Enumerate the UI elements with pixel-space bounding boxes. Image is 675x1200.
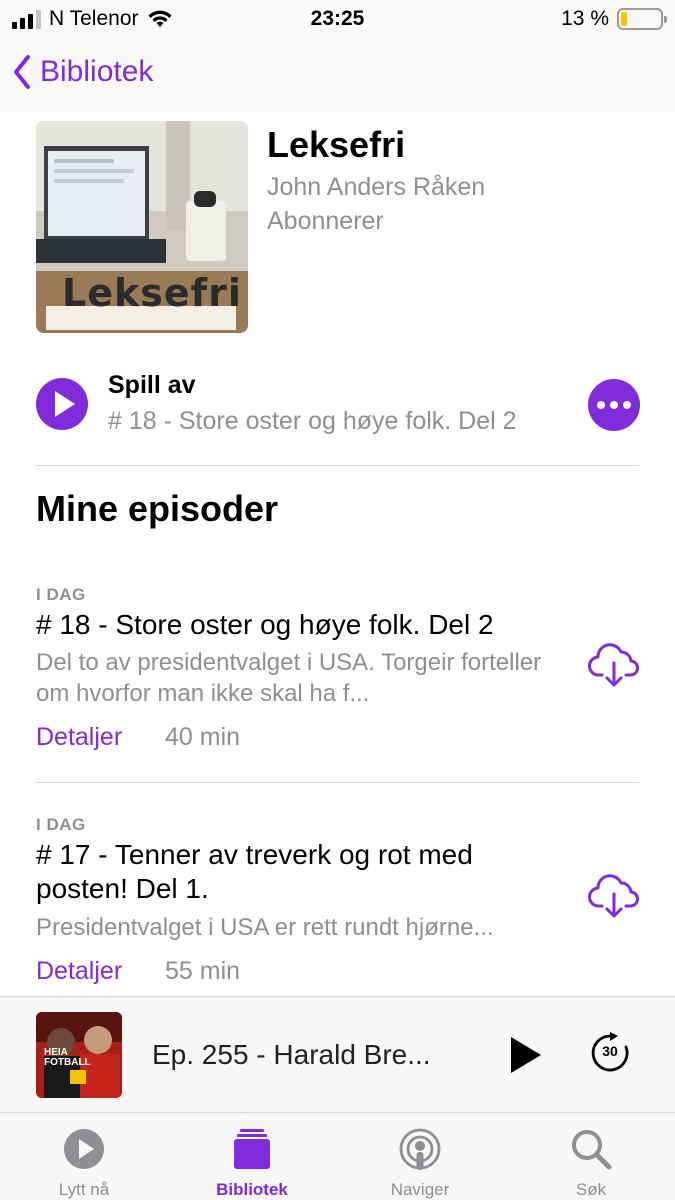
play-episode-title: # 18 - Store oster og høye folk. Del 2 bbox=[108, 407, 517, 435]
now-playing-title[interactable]: Ep. 255 - Harald Bre... bbox=[152, 1039, 472, 1071]
podcast-artwork: Leksefri bbox=[36, 121, 248, 333]
podcast-author[interactable]: John Anders Råken bbox=[267, 173, 485, 202]
tab-library[interactable]: Bibliotek bbox=[168, 1113, 336, 1200]
skip-forward-button[interactable]: 30 bbox=[589, 1031, 631, 1073]
library-icon bbox=[234, 1129, 270, 1169]
mini-player[interactable]: HEIA FOTBALL Ep. 255 - Harald Bre... 30 bbox=[0, 996, 675, 1112]
details-link[interactable]: Detaljer bbox=[36, 723, 122, 752]
podcast-broadcast-icon bbox=[399, 1128, 441, 1170]
episode-date: I DAG bbox=[36, 815, 86, 834]
artwork-text: Leksefri bbox=[62, 271, 242, 315]
divider bbox=[36, 782, 639, 783]
divider bbox=[36, 465, 639, 466]
play-icon bbox=[55, 391, 75, 417]
status-bar: N Telenor 23:25 13 % bbox=[0, 0, 675, 40]
chevron-left-icon bbox=[14, 55, 30, 89]
episode-description: Presidentvalget i USA er rett rundt hjør… bbox=[36, 914, 494, 941]
tab-bar: Lytt nå Bibliotek Naviger Søk bbox=[0, 1112, 675, 1200]
status-right: 13 % bbox=[561, 7, 667, 31]
details-link[interactable]: Detaljer bbox=[36, 957, 122, 986]
ellipsis-dot bbox=[610, 401, 618, 409]
tab-label: Naviger bbox=[390, 1180, 450, 1199]
tab-browse[interactable]: Naviger bbox=[336, 1113, 504, 1200]
search-icon bbox=[572, 1130, 612, 1170]
episode-duration: 40 min bbox=[165, 723, 241, 751]
play-circle-icon bbox=[64, 1129, 104, 1169]
play-label[interactable]: Spill av bbox=[108, 371, 196, 400]
download-cloud-icon[interactable] bbox=[588, 643, 640, 689]
navigation-bar: Bibliotek bbox=[0, 40, 675, 112]
episode-title[interactable]: # 17 - Tenner av treverk og rot med post… bbox=[36, 838, 566, 906]
tab-search[interactable]: Søk bbox=[507, 1113, 675, 1200]
section-title: Mine episoder bbox=[36, 488, 279, 529]
back-label: Bibliotek bbox=[40, 55, 154, 88]
mini-artwork-text: HEIA FOTBALL bbox=[44, 1047, 91, 1068]
tab-listen-now[interactable]: Lytt nå bbox=[0, 1113, 168, 1200]
podcast-title: Leksefri bbox=[267, 124, 406, 165]
play-button[interactable] bbox=[36, 378, 88, 430]
episode-description: Del to av presidentvalget i USA. Torgeir… bbox=[36, 649, 542, 707]
skip-seconds-label: 30 bbox=[602, 1043, 618, 1059]
subscription-status[interactable]: Abonnerer bbox=[267, 207, 384, 236]
episode-date: I DAG bbox=[36, 585, 86, 604]
battery-percent: 13 % bbox=[561, 7, 609, 30]
mini-player-artwork: HEIA FOTBALL bbox=[36, 1012, 122, 1098]
episode-duration: 55 min bbox=[165, 957, 241, 985]
tab-label: Lytt nå bbox=[58, 1180, 110, 1199]
tab-label: Bibliotek bbox=[216, 1180, 288, 1199]
ellipsis-dot bbox=[623, 401, 631, 409]
back-button[interactable]: Bibliotek bbox=[12, 54, 153, 90]
tab-label: Søk bbox=[575, 1180, 607, 1199]
play-icon[interactable] bbox=[508, 1035, 544, 1075]
more-options-button[interactable] bbox=[588, 379, 640, 431]
battery-icon bbox=[617, 8, 667, 30]
download-cloud-icon[interactable] bbox=[588, 874, 640, 920]
episode-title[interactable]: # 18 - Store oster og høye folk. Del 2 bbox=[36, 608, 566, 642]
ellipsis-dot bbox=[597, 401, 605, 409]
